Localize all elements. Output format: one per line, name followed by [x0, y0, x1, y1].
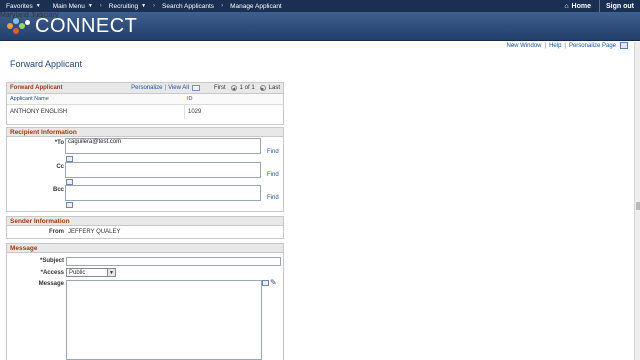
message-textarea[interactable]: [66, 280, 262, 360]
bcc-find-link[interactable]: Find: [267, 195, 279, 201]
access-value: Public: [69, 269, 86, 276]
applicant-id-cell: 1029: [184, 105, 201, 119]
main-menu-label: Main Menu: [52, 2, 85, 10]
sign-out-link[interactable]: Sign out: [600, 3, 640, 10]
recipient-section-title: Recipient Information: [7, 128, 283, 137]
grid-column-headers: Applicant Name ID: [7, 94, 283, 105]
grid-title: Forward Applicant: [10, 85, 63, 91]
page-layout-icon[interactable]: [620, 42, 628, 49]
help-link[interactable]: Help: [549, 43, 561, 49]
divider: |: [164, 85, 167, 91]
subject-field[interactable]: [66, 257, 281, 266]
logo-text: CONNECT: [35, 15, 138, 37]
breadcrumb-separator-icon: ›: [99, 3, 102, 9]
page-toolbar: New Window | Help | Personalize Page: [506, 42, 628, 49]
table-row: ANTHONY ENGLISH 1029: [7, 105, 283, 119]
first-link[interactable]: First: [214, 85, 226, 91]
sender-section-title: Sender Information: [7, 217, 283, 226]
manage-applicant-label: Manage Applicant: [230, 2, 282, 10]
vertical-scrollbar[interactable]: [634, 42, 640, 360]
home-icon: ⌂: [564, 2, 569, 10]
favorites-label: Favorites: [6, 2, 33, 10]
cc-label: Cc: [56, 164, 64, 170]
forward-applicant-grid: Forward Applicant Personalize | View All…: [6, 82, 284, 125]
grid-header: Forward Applicant Personalize | View All…: [7, 83, 283, 94]
connect-logo: CONNECT: [5, 14, 137, 38]
sender-information-section: Sender Information: [6, 216, 284, 239]
applicant-name-cell: ANTHONY ENGLISH: [10, 109, 68, 115]
chevron-down-icon: ▼: [87, 3, 93, 9]
download-grid-icon[interactable]: [191, 85, 200, 91]
view-all-link[interactable]: View All: [168, 85, 189, 91]
grid-personalize-link[interactable]: Personalize: [131, 85, 162, 91]
cc-field[interactable]: [65, 162, 261, 178]
next-icon[interactable]: ▶: [259, 85, 266, 91]
page-range: 1 of 1: [239, 85, 255, 91]
chevron-down-icon: ▼: [107, 269, 115, 276]
last-link[interactable]: Last: [269, 85, 280, 91]
from-value: JEFFERY QUALEY: [68, 229, 121, 235]
home-link[interactable]: ⌂ Home: [556, 3, 599, 10]
chevron-down-icon: ▼: [35, 3, 41, 9]
breadcrumb-separator-icon: ›: [153, 3, 156, 9]
breadcrumb-manage-applicant[interactable]: Manage Applicant: [224, 0, 288, 12]
access-select[interactable]: Public ▼: [66, 268, 116, 277]
divider: |: [544, 42, 547, 49]
bcc-field[interactable]: [65, 185, 261, 201]
to-label: *To: [54, 140, 64, 146]
spell-check-icon[interactable]: ✎: [270, 278, 277, 287]
grid-navigation: Personalize | View All First ◀ 1 of 1 ▶ …: [131, 85, 280, 91]
message-label: Message: [38, 281, 64, 287]
favorites-menu[interactable]: Favorites ▼: [0, 0, 47, 12]
breadcrumb-search-applicants[interactable]: Search Applicants: [156, 0, 220, 12]
chevron-down-icon: ▼: [141, 3, 147, 9]
message-section-title: Message: [7, 244, 283, 253]
personalize-page-link[interactable]: Personalize Page: [569, 43, 616, 49]
logo-mark-icon: [5, 14, 33, 38]
bcc-label: Bcc: [52, 187, 64, 193]
breadcrumb-separator-icon: ›: [221, 3, 224, 9]
to-find-link[interactable]: Find: [267, 149, 279, 155]
subject-label: *Subject: [39, 258, 64, 264]
breadcrumb-recruiting[interactable]: Recruiting ▼: [103, 0, 152, 12]
page-title: Forward Applicant: [10, 59, 83, 69]
previous-icon[interactable]: ◀: [230, 85, 237, 91]
divider: |: [564, 42, 566, 49]
new-window-link[interactable]: New Window: [506, 43, 541, 49]
home-label: Home: [571, 2, 591, 10]
column-applicant-name[interactable]: Applicant Name: [7, 96, 184, 102]
recruiting-label: Recruiting: [108, 2, 139, 10]
to-field[interactable]: caguilera@test.com: [65, 138, 261, 154]
header-banner: CONNECT Maryland Judiciary: [0, 12, 640, 41]
column-id[interactable]: ID: [184, 96, 193, 102]
search-applicants-label: Search Applicants: [162, 2, 215, 10]
expand-field-icon[interactable]: [66, 202, 73, 208]
access-label: *Access: [40, 270, 64, 276]
cc-find-link[interactable]: Find: [267, 172, 279, 178]
from-label: From: [49, 229, 64, 235]
scrollbar-thumb[interactable]: [636, 202, 640, 210]
top-navigation-bar: Favorites ▼ Main Menu ▼ › Recruiting ▼ › Se…: [0, 0, 640, 12]
expand-field-icon[interactable]: [262, 280, 269, 286]
main-menu[interactable]: Main Menu ▼: [47, 0, 99, 12]
